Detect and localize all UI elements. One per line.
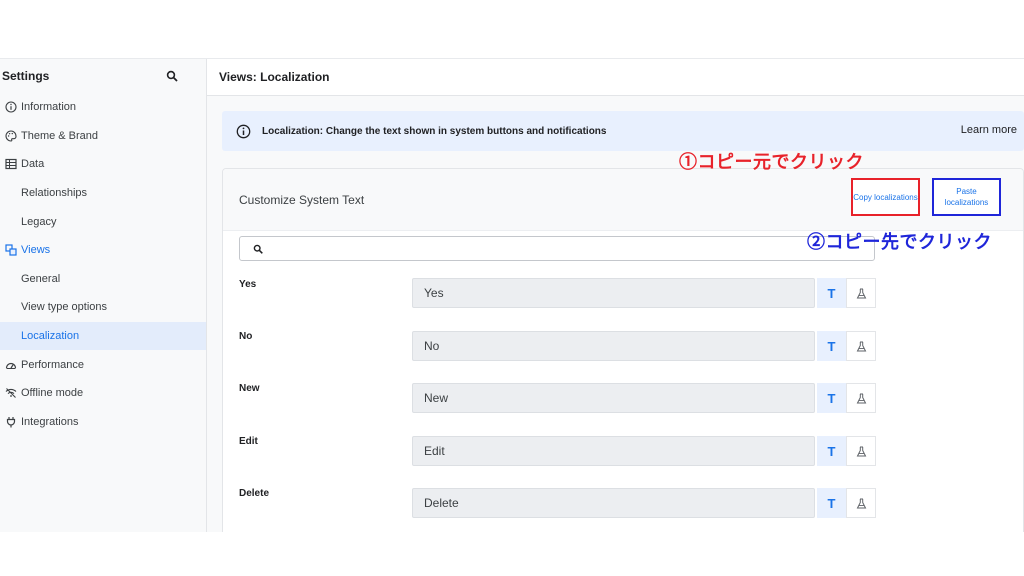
sidebar-header: Settings: [0, 59, 206, 93]
sidebar-item-label: Offline mode: [21, 387, 84, 400]
plug-icon: [4, 415, 17, 428]
search-icon[interactable]: [166, 70, 178, 82]
palette-icon: [4, 129, 17, 142]
sidebar-item-theme-brand[interactable]: Theme & Brand: [0, 122, 206, 151]
learn-more-link[interactable]: Learn more: [961, 124, 1017, 136]
sidebar-item-localization[interactable]: Localization: [0, 321, 206, 351]
wifi-off-icon: [4, 387, 17, 400]
info-banner: Localization: Change the text shown in s…: [222, 111, 1024, 151]
sidebar-item-label: Localization: [21, 330, 80, 343]
sidebar-item-label: Information: [21, 101, 77, 114]
row-value-no[interactable]: No: [412, 331, 815, 361]
customize-system-text-card: Customize System Text Copy localizations…: [222, 168, 1024, 532]
sidebar-item-label: Performance: [21, 358, 84, 371]
row-value-edit[interactable]: Edit: [412, 436, 815, 466]
sidebar-item-offline-mode[interactable]: Offline mode: [0, 379, 206, 408]
flask-icon[interactable]: [846, 331, 876, 361]
paste-localizations-button[interactable]: Paste localizations: [932, 178, 1001, 216]
sidebar-item-label: Views: [21, 244, 51, 257]
row-label-new: New: [239, 383, 260, 394]
settings-sidebar: Settings Information Theme & Brand Data …: [0, 59, 207, 532]
row-label-delete: Delete: [239, 488, 270, 499]
sidebar-item-label: View type options: [21, 301, 108, 314]
table-icon: [4, 158, 17, 171]
sidebar-item-integrations[interactable]: Integrations: [0, 408, 206, 437]
main-content: Views: Localization Localization: Change…: [207, 59, 1024, 532]
flask-icon[interactable]: [846, 278, 876, 308]
text-format-button[interactable]: T: [817, 331, 846, 361]
banner-text: Localization: Change the text shown in s…: [262, 125, 607, 137]
row-label-no: No: [239, 331, 253, 342]
card-title: Customize System Text: [239, 192, 365, 207]
flask-icon[interactable]: [846, 488, 876, 518]
row-value-delete[interactable]: Delete: [412, 488, 815, 518]
sidebar-item-label: Legacy: [21, 215, 57, 228]
text-format-button[interactable]: T: [817, 488, 846, 518]
text-format-button[interactable]: T: [817, 436, 846, 466]
sidebar-title: Settings: [2, 69, 50, 83]
row-value-new[interactable]: New: [412, 383, 815, 413]
sidebar-item-label: Theme & Brand: [21, 129, 99, 142]
info-icon: [236, 124, 251, 139]
sidebar-item-general[interactable]: General: [0, 265, 206, 294]
sidebar-item-information[interactable]: Information: [0, 93, 206, 122]
views-icon: [4, 244, 17, 257]
sidebar-item-label: Relationships: [21, 187, 88, 200]
gauge-icon: [4, 358, 17, 371]
copy-source-annotation: ①コピー元でクリック: [679, 152, 864, 172]
page-title: Views: Localization: [207, 59, 1024, 96]
row-label-yes: Yes: [239, 279, 257, 290]
sidebar-item-views[interactable]: Views: [0, 236, 206, 265]
text-format-button[interactable]: T: [817, 383, 846, 413]
text-format-button[interactable]: T: [817, 278, 846, 308]
paste-target-annotation: ②コピー先でクリック: [807, 232, 992, 252]
app-window: Settings Information Theme & Brand Data …: [0, 58, 1024, 532]
sidebar-item-label: General: [21, 272, 61, 285]
flask-icon[interactable]: [846, 383, 876, 413]
info-icon: [4, 101, 17, 114]
sidebar-item-relationships[interactable]: Relationships: [0, 179, 206, 208]
search-input[interactable]: [269, 242, 874, 255]
row-value-yes[interactable]: Yes: [412, 278, 815, 308]
sidebar-item-view-type-options[interactable]: View type options: [0, 293, 206, 322]
sidebar-item-label: Integrations: [21, 415, 79, 428]
row-label-edit: Edit: [239, 436, 258, 447]
copy-localizations-button[interactable]: Copy localizations: [851, 178, 920, 216]
search-field[interactable]: [239, 236, 875, 261]
sidebar-item-data[interactable]: Data: [0, 150, 206, 179]
flask-icon[interactable]: [846, 436, 876, 466]
sidebar-item-legacy[interactable]: Legacy: [0, 207, 206, 236]
search-icon: [253, 244, 263, 254]
sidebar-item-performance[interactable]: Performance: [0, 350, 206, 379]
sidebar-item-label: Data: [21, 158, 45, 171]
